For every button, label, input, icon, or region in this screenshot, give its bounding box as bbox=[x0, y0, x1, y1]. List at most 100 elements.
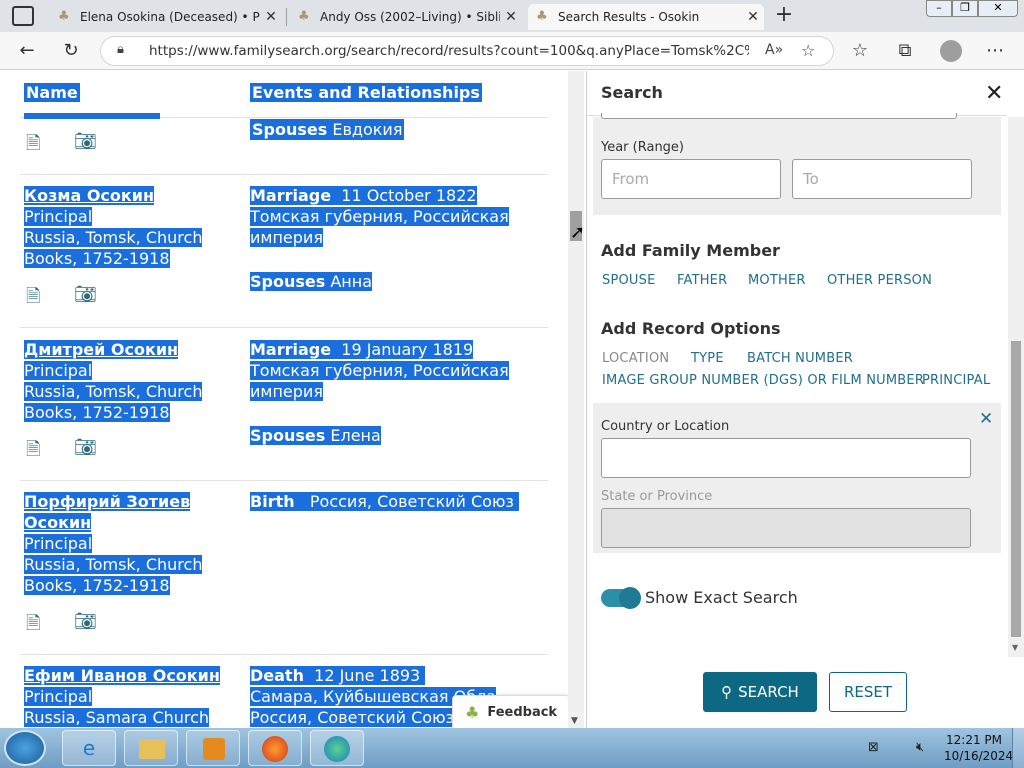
record-collection: Books, 1752-1918 bbox=[24, 403, 170, 422]
divider bbox=[20, 174, 548, 175]
table-row: Дмитрей Осокин Principal Russia, Tomsk, … bbox=[24, 339, 244, 423]
refresh-icon[interactable]: ↻ bbox=[56, 36, 86, 66]
location-section: ✕ Country or Location State or Province bbox=[593, 403, 1001, 553]
tray-network-icon[interactable]: ⊠ bbox=[868, 740, 879, 755]
year-from-input[interactable]: From bbox=[601, 159, 781, 199]
tab-actions-icon[interactable] bbox=[12, 6, 34, 26]
scroll-down-arrow[interactable]: ▼ bbox=[571, 716, 578, 726]
close-window-button[interactable]: ✕ bbox=[978, 0, 1018, 17]
record-events: Marriage 11 October 1822 Томская губерни… bbox=[250, 186, 509, 291]
document-icon[interactable]: 🗎 bbox=[26, 131, 48, 154]
record-options-title: Add Record Options bbox=[601, 319, 781, 338]
maximize-button[interactable]: ❐ bbox=[952, 0, 978, 17]
state-label: State or Province bbox=[601, 489, 713, 504]
column-header-events[interactable]: Events and Relationships bbox=[250, 83, 482, 102]
panel-title: Search bbox=[601, 83, 663, 102]
taskbar-explorer-icon[interactable] bbox=[124, 730, 178, 766]
camera-icon[interactable]: 📷︎ bbox=[74, 611, 97, 633]
tray-volume-icon[interactable]: 🔇︎ bbox=[916, 740, 924, 755]
record-name-link[interactable]: Козма Осокин bbox=[24, 186, 155, 205]
event-spouses: Spouses Евдокия bbox=[250, 119, 405, 140]
table-row: Козма Осокин Principal Russia, Tomsk, Ch… bbox=[24, 185, 244, 269]
country-input[interactable] bbox=[601, 438, 971, 478]
principal-option[interactable]: PRINCIPAL bbox=[922, 373, 990, 388]
table-row: Ефим Иванов Осокин Principal Russia, Sam… bbox=[24, 665, 244, 728]
tab-andy[interactable]: ♣ Andy Oss (2002–Living) • Sibling ✕ bbox=[290, 4, 522, 30]
panel-scrollbar-thumb[interactable] bbox=[1011, 341, 1021, 637]
search-button[interactable]: ⚲ SEARCH bbox=[703, 672, 817, 712]
year-range-label: Year (Range) bbox=[601, 140, 685, 155]
batch-number-option[interactable]: BATCH NUMBER bbox=[747, 351, 853, 366]
record-name-link[interactable]: Ефим Иванов Осокин bbox=[24, 666, 220, 685]
divider bbox=[20, 327, 548, 328]
minimize-button[interactable]: – bbox=[926, 0, 952, 17]
document-icon[interactable]: 🗎 bbox=[26, 437, 48, 460]
exact-search-toggle[interactable] bbox=[601, 587, 641, 609]
mouse-cursor: ➚ bbox=[570, 222, 586, 243]
add-favorite-icon[interactable]: ☆ bbox=[801, 41, 815, 60]
reset-button[interactable]: RESET bbox=[829, 672, 907, 712]
feedback-tree-icon: ♣ bbox=[465, 702, 480, 722]
new-tab-button[interactable]: + bbox=[772, 2, 796, 27]
record-name-link[interactable]: Порфирий Зотиев bbox=[24, 492, 191, 511]
taskbar-edge-icon[interactable] bbox=[310, 730, 364, 766]
exact-search-label: Show Exact Search bbox=[645, 588, 798, 607]
profile-avatar[interactable] bbox=[940, 40, 962, 62]
state-input bbox=[601, 508, 971, 548]
document-icon[interactable]: 🗎 bbox=[26, 284, 48, 307]
more-options-icon[interactable]: ⋯ bbox=[980, 36, 1010, 66]
table-row: Порфирий Зотиев Осокин Principal Russia,… bbox=[24, 491, 244, 596]
add-spouse-link[interactable]: SPOUSE bbox=[602, 273, 656, 288]
column-header-name[interactable]: Name bbox=[24, 83, 80, 102]
record-name-link[interactable]: Дмитрей Осокин bbox=[24, 340, 179, 359]
type-option[interactable]: TYPE bbox=[691, 351, 724, 366]
window-controls: – ❐ ✕ bbox=[926, 0, 1018, 18]
collections-icon[interactable]: ⧉ bbox=[890, 36, 920, 66]
url-bar[interactable]: 🔒︎ https://www.familysearch.org/search/r… bbox=[100, 36, 834, 66]
taskbar-ie-icon[interactable]: e bbox=[62, 730, 116, 766]
taskbar-media-icon[interactable] bbox=[186, 730, 240, 766]
tab-search-results[interactable]: ♣ Search Results - Osokin ✕ bbox=[528, 4, 764, 30]
add-mother-link[interactable]: MOTHER bbox=[748, 273, 806, 288]
panel-scrollbar[interactable]: ▼ bbox=[1008, 117, 1024, 657]
close-tab-icon[interactable]: ✕ bbox=[260, 9, 282, 25]
camera-icon[interactable]: 📷︎ bbox=[74, 131, 97, 153]
record-collection: Books, 1752-1918 bbox=[24, 249, 170, 268]
divider bbox=[20, 480, 548, 481]
record-collection: Russia, Tomsk, Church bbox=[24, 555, 203, 574]
close-tab-icon[interactable]: ✕ bbox=[500, 9, 522, 25]
lock-icon: 🔒︎ bbox=[117, 42, 124, 57]
camera-icon[interactable]: 📷︎ bbox=[74, 437, 97, 459]
add-other-person-link[interactable]: OTHER PERSON bbox=[827, 273, 932, 288]
close-panel-icon[interactable]: ✕ bbox=[985, 81, 1003, 106]
taskbar-firefox-icon[interactable] bbox=[248, 730, 302, 766]
favorites-icon[interactable]: ☆ bbox=[845, 36, 875, 66]
image-group-option[interactable]: IMAGE GROUP NUMBER (DGS) OR FILM NUMBER bbox=[602, 373, 924, 388]
camera-icon[interactable]: 📷︎ bbox=[74, 284, 97, 306]
country-label: Country or Location bbox=[601, 419, 730, 434]
clipped-input bbox=[601, 113, 957, 119]
start-button[interactable] bbox=[4, 730, 46, 766]
url-text: https://www.familysearch.org/search/reco… bbox=[149, 43, 749, 59]
results-scrollbar[interactable]: ▼ bbox=[568, 71, 584, 728]
tab-title: Elena Osokina (Deceased) • Perso bbox=[80, 10, 260, 24]
close-tab-icon[interactable]: ✕ bbox=[742, 9, 764, 25]
tab-title: Andy Oss (2002–Living) • Sibling bbox=[320, 10, 500, 24]
document-icon[interactable]: 🗎 bbox=[26, 611, 48, 634]
remove-location-icon[interactable]: ✕ bbox=[979, 409, 993, 429]
feedback-button[interactable]: ♣ Feedback bbox=[452, 695, 570, 728]
tray-clock[interactable]: 12:21 PM 10/16/2024 bbox=[944, 732, 1013, 764]
record-role: Principal bbox=[24, 534, 93, 553]
year-to-input[interactable]: To bbox=[792, 159, 972, 199]
location-option[interactable]: LOCATION bbox=[602, 351, 669, 366]
add-father-link[interactable]: FATHER bbox=[677, 273, 727, 288]
record-role: Principal bbox=[24, 687, 93, 706]
record-collection: Russia, Samara Church bbox=[24, 708, 210, 727]
familysearch-tree-icon: ♣ bbox=[58, 9, 70, 24]
back-arrow-icon[interactable]: ← bbox=[12, 36, 42, 66]
tab-elena[interactable]: ♣ Elena Osokina (Deceased) • Perso ✕ bbox=[50, 4, 282, 30]
family-title: Add Family Member bbox=[601, 241, 780, 260]
record-name-link[interactable]: Осокин bbox=[24, 513, 92, 532]
show-desktop-button[interactable] bbox=[1012, 728, 1024, 768]
read-aloud-icon[interactable]: A» bbox=[765, 42, 783, 58]
